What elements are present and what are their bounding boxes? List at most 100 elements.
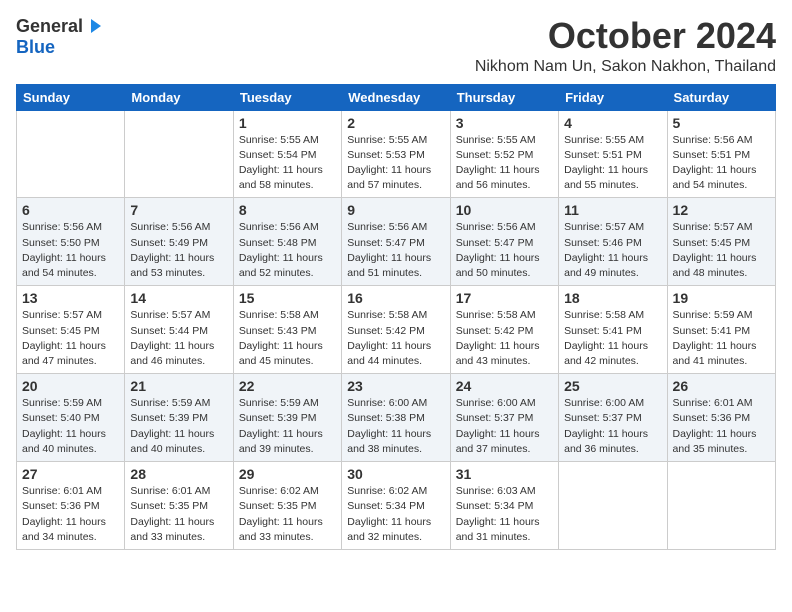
table-row xyxy=(17,110,125,198)
day-info: Sunrise: 5:59 AMSunset: 5:40 PMDaylight:… xyxy=(22,396,119,457)
page-header: General Blue October 2024 Nikhom Nam Un,… xyxy=(16,16,776,76)
day-number: 20 xyxy=(22,378,119,394)
table-row: 28 Sunrise: 6:01 AMSunset: 5:35 PMDayligh… xyxy=(125,462,233,550)
header-thursday: Thursday xyxy=(450,84,558,110)
calendar-week-row: 27 Sunrise: 6:01 AMSunset: 5:36 PMDayligh… xyxy=(17,462,776,550)
day-number: 21 xyxy=(130,378,227,394)
header-row: Sunday Monday Tuesday Wednesday Thursday… xyxy=(17,84,776,110)
day-number: 31 xyxy=(456,466,553,482)
title-area: October 2024 Nikhom Nam Un, Sakon Nakhon… xyxy=(475,16,776,76)
day-info: Sunrise: 5:56 AMSunset: 5:48 PMDaylight:… xyxy=(239,220,336,281)
day-info: Sunrise: 5:59 AMSunset: 5:39 PMDaylight:… xyxy=(130,396,227,457)
header-monday: Monday xyxy=(125,84,233,110)
calendar-week-row: 6 Sunrise: 5:56 AMSunset: 5:50 PMDaylight… xyxy=(17,198,776,286)
day-number: 18 xyxy=(564,290,661,306)
day-number: 5 xyxy=(673,115,770,131)
day-number: 12 xyxy=(673,202,770,218)
table-row: 23 Sunrise: 6:00 AMSunset: 5:38 PMDayligh… xyxy=(342,374,450,462)
table-row: 3 Sunrise: 5:55 AMSunset: 5:52 PMDaylight… xyxy=(450,110,558,198)
table-row: 9Sunrise: 5:56 AMSunset: 5:47 PMDaylight… xyxy=(342,198,450,286)
table-row: 7 Sunrise: 5:56 AMSunset: 5:49 PMDaylight… xyxy=(125,198,233,286)
table-row: 14 Sunrise: 5:57 AMSunset: 5:44 PMDayligh… xyxy=(125,286,233,374)
header-tuesday: Tuesday xyxy=(233,84,341,110)
table-row: 8Sunrise: 5:56 AMSunset: 5:48 PMDaylight… xyxy=(233,198,341,286)
day-number: 19 xyxy=(673,290,770,306)
day-info: Sunrise: 5:57 AMSunset: 5:46 PMDaylight:… xyxy=(564,220,661,281)
day-info: Sunrise: 6:01 AMSunset: 5:36 PMDaylight:… xyxy=(673,396,770,457)
table-row: 11 Sunrise: 5:57 AMSunset: 5:46 PMDayligh… xyxy=(559,198,667,286)
table-row: 30 Sunrise: 6:02 AMSunset: 5:34 PMDayligh… xyxy=(342,462,450,550)
table-row: 10Sunrise: 5:56 AMSunset: 5:47 PMDayligh… xyxy=(450,198,558,286)
day-number: 10 xyxy=(456,202,553,218)
logo-general-text: General xyxy=(16,16,83,37)
table-row: 4 Sunrise: 5:55 AMSunset: 5:51 PMDaylight… xyxy=(559,110,667,198)
day-number: 29 xyxy=(239,466,336,482)
day-number: 2 xyxy=(347,115,444,131)
day-number: 23 xyxy=(347,378,444,394)
day-number: 4 xyxy=(564,115,661,131)
day-info: Sunrise: 5:58 AMSunset: 5:42 PMDaylight:… xyxy=(456,308,553,369)
logo: General Blue xyxy=(16,16,103,58)
calendar-week-row: 20 Sunrise: 5:59 AMSunset: 5:40 PMDayligh… xyxy=(17,374,776,462)
table-row: 25 Sunrise: 6:00 AMSunset: 5:37 PMDayligh… xyxy=(559,374,667,462)
day-info: Sunrise: 6:00 AMSunset: 5:38 PMDaylight:… xyxy=(347,396,444,457)
day-info: Sunrise: 5:55 AMSunset: 5:51 PMDaylight:… xyxy=(564,133,661,194)
day-info: Sunrise: 5:59 AMSunset: 5:39 PMDaylight:… xyxy=(239,396,336,457)
table-row: 16Sunrise: 5:58 AMSunset: 5:42 PMDayligh… xyxy=(342,286,450,374)
day-info: Sunrise: 5:56 AMSunset: 5:49 PMDaylight:… xyxy=(130,220,227,281)
logo-blue-text: Blue xyxy=(16,37,55,58)
day-info: Sunrise: 6:00 AMSunset: 5:37 PMDaylight:… xyxy=(564,396,661,457)
table-row: 21 Sunrise: 5:59 AMSunset: 5:39 PMDayligh… xyxy=(125,374,233,462)
day-number: 27 xyxy=(22,466,119,482)
day-number: 17 xyxy=(456,290,553,306)
day-number: 15 xyxy=(239,290,336,306)
header-saturday: Saturday xyxy=(667,84,775,110)
table-row: 5 Sunrise: 5:56 AMSunset: 5:51 PMDaylight… xyxy=(667,110,775,198)
day-info: Sunrise: 5:58 AMSunset: 5:42 PMDaylight:… xyxy=(347,308,444,369)
day-number: 11 xyxy=(564,202,661,218)
day-info: Sunrise: 5:57 AMSunset: 5:44 PMDaylight:… xyxy=(130,308,227,369)
day-number: 14 xyxy=(130,290,227,306)
day-info: Sunrise: 5:59 AMSunset: 5:41 PMDaylight:… xyxy=(673,308,770,369)
day-number: 1 xyxy=(239,115,336,131)
day-info: Sunrise: 5:56 AMSunset: 5:47 PMDaylight:… xyxy=(347,220,444,281)
location-title: Nikhom Nam Un, Sakon Nakhon, Thailand xyxy=(475,58,776,76)
day-info: Sunrise: 5:56 AMSunset: 5:50 PMDaylight:… xyxy=(22,220,119,281)
day-number: 6 xyxy=(22,202,119,218)
table-row xyxy=(667,462,775,550)
day-info: Sunrise: 6:01 AMSunset: 5:35 PMDaylight:… xyxy=(130,484,227,545)
table-row: 1Sunrise: 5:55 AMSunset: 5:54 PMDaylight… xyxy=(233,110,341,198)
day-info: Sunrise: 6:03 AMSunset: 5:34 PMDaylight:… xyxy=(456,484,553,545)
day-number: 30 xyxy=(347,466,444,482)
table-row: 2Sunrise: 5:55 AMSunset: 5:53 PMDaylight… xyxy=(342,110,450,198)
header-wednesday: Wednesday xyxy=(342,84,450,110)
table-row: 12Sunrise: 5:57 AMSunset: 5:45 PMDayligh… xyxy=(667,198,775,286)
day-number: 25 xyxy=(564,378,661,394)
table-row xyxy=(125,110,233,198)
day-info: Sunrise: 6:00 AMSunset: 5:37 PMDaylight:… xyxy=(456,396,553,457)
day-info: Sunrise: 5:55 AMSunset: 5:52 PMDaylight:… xyxy=(456,133,553,194)
table-row: 15 Sunrise: 5:58 AMSunset: 5:43 PMDayligh… xyxy=(233,286,341,374)
logo-icon xyxy=(85,17,103,35)
table-row: 19 Sunrise: 5:59 AMSunset: 5:41 PMDayligh… xyxy=(667,286,775,374)
day-number: 22 xyxy=(239,378,336,394)
day-info: Sunrise: 5:58 AMSunset: 5:43 PMDaylight:… xyxy=(239,308,336,369)
day-number: 3 xyxy=(456,115,553,131)
day-info: Sunrise: 5:56 AMSunset: 5:51 PMDaylight:… xyxy=(673,133,770,194)
day-number: 26 xyxy=(673,378,770,394)
day-info: Sunrise: 5:58 AMSunset: 5:41 PMDaylight:… xyxy=(564,308,661,369)
day-info: Sunrise: 6:02 AMSunset: 5:35 PMDaylight:… xyxy=(239,484,336,545)
table-row: 13 Sunrise: 5:57 AMSunset: 5:45 PMDayligh… xyxy=(17,286,125,374)
header-friday: Friday xyxy=(559,84,667,110)
day-number: 7 xyxy=(130,202,227,218)
day-number: 13 xyxy=(22,290,119,306)
header-sunday: Sunday xyxy=(17,84,125,110)
table-row: 26 Sunrise: 6:01 AMSunset: 5:36 PMDayligh… xyxy=(667,374,775,462)
day-number: 28 xyxy=(130,466,227,482)
day-info: Sunrise: 5:57 AMSunset: 5:45 PMDaylight:… xyxy=(22,308,119,369)
table-row: 6 Sunrise: 5:56 AMSunset: 5:50 PMDaylight… xyxy=(17,198,125,286)
day-info: Sunrise: 6:01 AMSunset: 5:36 PMDaylight:… xyxy=(22,484,119,545)
table-row: 20 Sunrise: 5:59 AMSunset: 5:40 PMDayligh… xyxy=(17,374,125,462)
calendar-table: Sunday Monday Tuesday Wednesday Thursday… xyxy=(16,84,776,550)
day-info: Sunrise: 6:02 AMSunset: 5:34 PMDaylight:… xyxy=(347,484,444,545)
